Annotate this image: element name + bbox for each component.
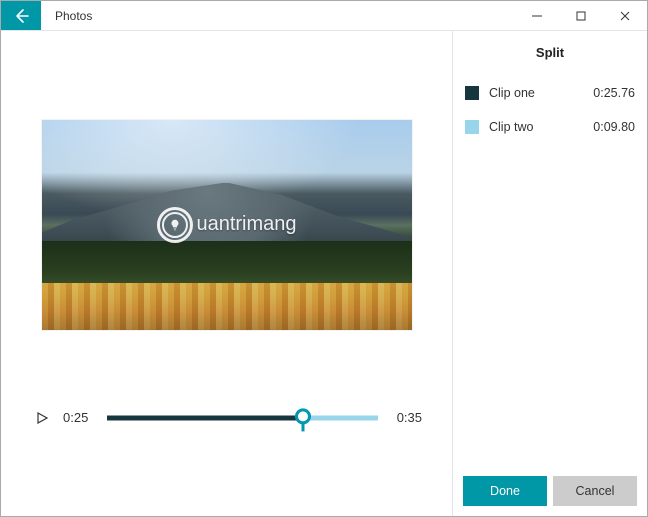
clip-one-swatch bbox=[465, 86, 479, 100]
minimize-button[interactable] bbox=[515, 1, 559, 30]
window-controls bbox=[515, 1, 647, 30]
window-title: Photos bbox=[41, 1, 515, 30]
preview-art-town bbox=[42, 283, 412, 329]
clip-two-swatch bbox=[465, 120, 479, 134]
back-button[interactable] bbox=[1, 1, 41, 30]
clip-one-duration: 0:25.76 bbox=[593, 86, 635, 100]
lightbulb-icon bbox=[156, 207, 192, 243]
watermark-text: uantrimang bbox=[196, 213, 296, 236]
clip-one-name: Clip one bbox=[489, 86, 583, 100]
split-handle[interactable] bbox=[295, 408, 311, 424]
clip-two-name: Clip two bbox=[489, 120, 583, 134]
preview-pane: uantrimang 0:25 0:35 bbox=[1, 31, 452, 516]
total-time: 0:35 bbox=[392, 410, 422, 425]
close-icon bbox=[620, 11, 630, 21]
preview-art-forest bbox=[42, 241, 412, 287]
current-time: 0:25 bbox=[63, 410, 93, 425]
video-preview[interactable]: uantrimang bbox=[42, 120, 412, 330]
maximize-button[interactable] bbox=[559, 1, 603, 30]
split-panel-title: Split bbox=[463, 45, 637, 60]
title-bar: Photos bbox=[1, 1, 647, 31]
close-button[interactable] bbox=[603, 1, 647, 30]
clip-row-one[interactable]: Clip one 0:25.76 bbox=[463, 86, 637, 100]
back-arrow-icon bbox=[13, 8, 29, 24]
done-button[interactable]: Done bbox=[463, 476, 547, 506]
clip-two-duration: 0:09.80 bbox=[593, 120, 635, 134]
play-button[interactable] bbox=[35, 411, 49, 425]
timeline-track[interactable] bbox=[107, 408, 378, 428]
minimize-icon bbox=[532, 11, 542, 21]
content-area: uantrimang 0:25 0:35 Split Clip one 0:25… bbox=[1, 31, 647, 516]
track-clip-one bbox=[107, 415, 303, 420]
play-icon bbox=[36, 412, 48, 424]
timeline: 0:25 0:35 bbox=[21, 408, 432, 428]
split-panel: Split Clip one 0:25.76 Clip two 0:09.80 … bbox=[452, 31, 647, 516]
track-clip-two bbox=[303, 415, 378, 420]
watermark: uantrimang bbox=[156, 207, 296, 243]
button-row: Done Cancel bbox=[463, 476, 637, 506]
cancel-button[interactable]: Cancel bbox=[553, 476, 637, 506]
clip-row-two[interactable]: Clip two 0:09.80 bbox=[463, 120, 637, 134]
maximize-icon bbox=[576, 11, 586, 21]
